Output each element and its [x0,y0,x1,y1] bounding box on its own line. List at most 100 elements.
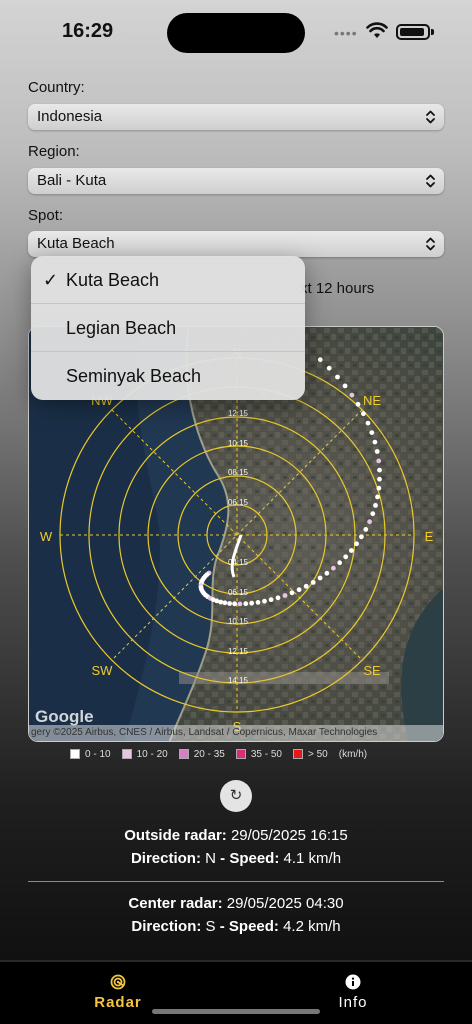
track-point [363,527,369,532]
track-point [367,519,372,525]
track-point [275,595,281,601]
track-point [227,601,233,606]
track-point [349,548,354,553]
legend-item-1: 10 - 20 [121,749,168,760]
track-point [375,494,380,500]
dropdown-item-seminyak[interactable]: Seminyak Beach [31,352,305,400]
center-speed: 4.2 km/h [283,918,341,935]
center-datetime: 29/05/2025 04:30 [226,895,344,912]
checkmark-icon: ✓ [43,270,59,290]
legend-item-4: > 50 [293,749,328,760]
region-value: Bali - Kuta [37,172,107,189]
ring-time-north-4: 06:15 [228,498,249,507]
compass-se: SE [363,663,381,678]
outside-speed-label: - Speed: [220,850,280,867]
legend-swatch [70,749,80,759]
radar-icon [110,974,126,990]
ring-time-north-1: 12:15 [228,409,249,418]
tab-radar-label: Radar [94,994,142,1011]
legend-swatch [121,749,132,759]
track-point [237,601,243,607]
center-direction: S [205,918,216,935]
spot-value: Kuta Beach [37,235,115,252]
track-point [262,598,267,604]
status-time: 16:29 [62,20,114,42]
legend-swatch [178,749,189,759]
refresh-button[interactable]: ↻ [220,780,252,812]
tab-info-label: Info [338,994,368,1011]
legend-label: 35 - 50 [250,748,282,760]
track-point [324,570,330,576]
google-logo: Google [35,707,94,726]
center-label: Center radar: [128,895,223,912]
track-point [232,601,238,607]
center-speed-label: - Speed: [219,918,279,935]
tab-info[interactable]: Info [293,974,413,1011]
track-point [377,467,382,473]
outside-radar-line: Outside radar: 29/05/2025 16:15 [0,827,472,844]
chevron-updown-icon [426,110,435,124]
center-radar-line: Center radar: 29/05/2025 04:30 [0,895,472,912]
info-icon [345,974,361,990]
info-divider [28,881,444,882]
dropdown-item-legian[interactable]: Legian Beach [31,304,305,352]
outside-direction-label: Direction: [130,850,201,867]
track-point [376,458,382,464]
track-point [218,599,224,605]
track-point [374,449,380,454]
country-value: Indonesia [37,108,103,125]
ring-time-south-2: 06:15 [228,588,249,597]
region-select[interactable]: Bali - Kuta [28,168,444,194]
spot-select[interactable]: Kuta Beach [28,231,444,257]
track-point [372,439,378,445]
outside-datetime: 29/05/2025 16:15 [230,827,348,844]
track-point [222,600,228,606]
track-point [365,420,371,426]
spot-label: Spot: [28,207,64,224]
track-point [369,430,375,435]
legend-item-0: 0 - 10 [70,749,111,760]
track-point [377,476,382,482]
track-point [361,411,366,417]
track-point [370,511,376,517]
outside-speed: 4.1 km/h [283,850,342,867]
track-point [296,587,302,593]
status-bar: 16:29 •••• [0,0,472,60]
track-point [342,383,348,389]
chevron-updown-icon [426,237,435,251]
map-attribution: gery ©2025 Airbus, CNES / Airbus, Landsa… [29,725,443,741]
track-point [354,541,359,547]
dropdown-item-kuta[interactable]: ✓ Kuta Beach [31,256,305,304]
dropdown-item-label: Kuta Beach [66,270,160,290]
ring-time-north-2: 10:15 [228,439,249,448]
speed-legend: 0 - 10 10 - 20 20 - 35 35 - 50 > 50 (km/… [70,747,367,761]
legend-swatch [235,749,246,759]
legend-label: > 50 [308,748,328,760]
ring-time-north-3: 08:15 [228,468,249,477]
tab-radar[interactable]: Radar [58,974,178,1011]
legend-label: 0 - 10 [85,748,111,760]
ring-time-south-3: 10:15 [228,617,249,626]
compass-sw: SW [92,663,114,678]
track-point [243,601,249,607]
outside-direction: N [205,850,216,867]
track-point [376,485,382,491]
compass-e: E [425,529,434,544]
legend-item-2: 20 - 35 [178,749,225,760]
track-point [303,583,309,589]
track-point [317,357,323,363]
chevron-updown-icon [426,174,435,188]
track-point [359,534,364,540]
track-point [337,560,343,566]
track-point [349,392,355,398]
track-point [268,597,274,603]
country-select[interactable]: Indonesia [28,104,444,130]
legend-item-3: 35 - 50 [235,748,282,760]
tab-bar: Radar Info [0,960,472,1024]
track-point [335,374,340,380]
track-point [310,580,316,585]
dynamic-island [167,13,305,53]
track-point [317,575,323,581]
map-runway [179,672,389,684]
region-label: Region: [28,143,80,160]
